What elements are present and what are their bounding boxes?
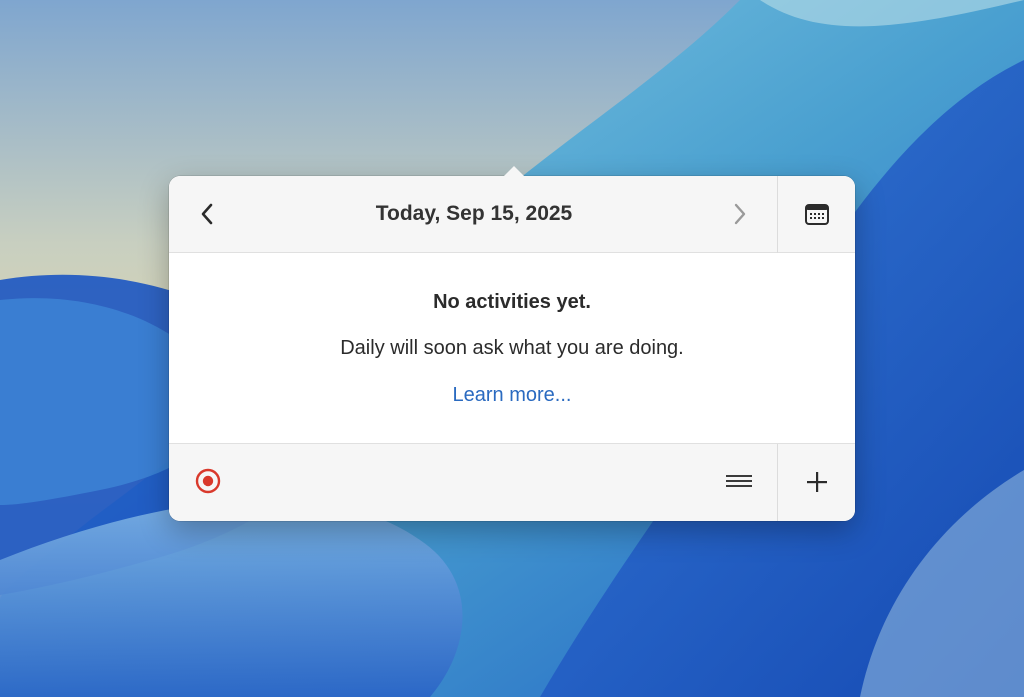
record-icon [195, 468, 221, 494]
activities-empty-state: No activities yet. Daily will soon ask w… [169, 253, 855, 443]
header-divider [777, 176, 778, 253]
daily-popover: Today, Sep 15, 2025 No activities yet. D… [169, 166, 855, 521]
date-title: Today, Sep 15, 2025 [375, 202, 573, 225]
list-view-button[interactable] [721, 464, 757, 498]
chevron-right-icon [734, 203, 746, 225]
previous-day-button[interactable] [188, 195, 226, 233]
record-button[interactable] [191, 464, 225, 498]
calendar-button[interactable] [798, 197, 836, 233]
next-day-button[interactable] [721, 195, 759, 233]
learn-more-link[interactable]: Learn more... [412, 384, 612, 407]
add-activity-button[interactable] [798, 464, 836, 500]
popover-footer [169, 443, 855, 521]
calendar-icon [805, 204, 829, 225]
empty-state-text: Daily will soon ask what you are doing. [340, 337, 684, 359]
list-icon [726, 475, 752, 487]
chevron-left-icon [201, 203, 213, 225]
popover-header: Today, Sep 15, 2025 [169, 176, 855, 253]
footer-divider [777, 444, 778, 521]
plus-icon [807, 472, 827, 492]
empty-state-title: No activities yet. [433, 291, 591, 313]
